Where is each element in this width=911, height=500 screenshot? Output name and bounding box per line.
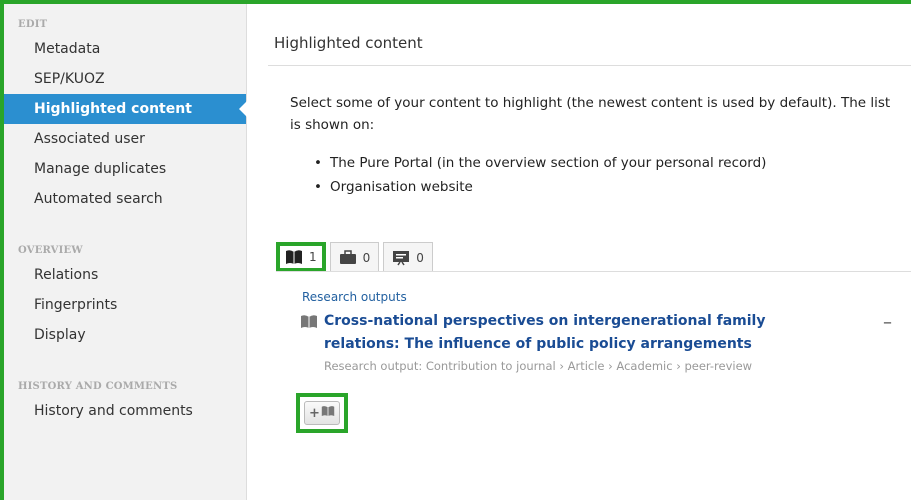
sidebar-item-manage-duplicates[interactable]: Manage duplicates bbox=[4, 154, 246, 184]
sidebar-item-automated-search[interactable]: Automated search bbox=[4, 184, 246, 214]
book-icon bbox=[300, 314, 318, 333]
tabs-divider bbox=[276, 271, 911, 272]
sidebar-heading-history: HISTORY AND COMMENTS bbox=[18, 381, 178, 392]
book-icon bbox=[321, 405, 335, 421]
intro-text: Select some of your content to highlight… bbox=[290, 95, 891, 133]
add-research-output-button[interactable]: + bbox=[304, 401, 340, 425]
sidebar-item-fingerprints[interactable]: Fingerprints bbox=[4, 290, 246, 320]
sidebar-item-associated-user[interactable]: Associated user bbox=[4, 124, 246, 154]
tab-count: 0 bbox=[362, 250, 371, 265]
plus-icon: + bbox=[309, 405, 320, 421]
book-icon bbox=[285, 249, 303, 265]
section-label: Research outputs bbox=[302, 290, 407, 304]
sidebar-item-history-and-comments[interactable]: History and comments bbox=[4, 396, 246, 426]
content-type-tabs: 1 0 0 bbox=[276, 242, 437, 272]
tab-count: 0 bbox=[416, 250, 424, 265]
sidebar-item-display[interactable]: Display bbox=[4, 320, 246, 350]
sidebar-heading-overview: OVERVIEW bbox=[18, 245, 83, 256]
tab-count: 1 bbox=[309, 250, 317, 264]
sidebar-heading-edit: EDIT bbox=[18, 19, 48, 30]
research-output-title[interactable]: Cross-national perspectives on intergene… bbox=[324, 310, 844, 356]
remove-button[interactable]: – bbox=[883, 312, 892, 333]
tab-research-outputs[interactable]: 1 bbox=[276, 242, 326, 272]
sidebar-item-sep-kuoz[interactable]: SEP/KUOZ bbox=[4, 64, 246, 94]
sidebar: EDIT Metadata SEP/KUOZ Highlighted conte… bbox=[4, 4, 247, 500]
list-item: The Pure Portal (in the overview section… bbox=[308, 151, 766, 175]
briefcase-icon bbox=[339, 250, 357, 265]
sidebar-item-metadata[interactable]: Metadata bbox=[4, 34, 246, 64]
add-highlight-frame: + bbox=[296, 393, 348, 433]
main-content: Highlighted content Select some of your … bbox=[248, 4, 911, 500]
presentation-icon bbox=[392, 250, 410, 266]
page-title: Highlighted content bbox=[274, 34, 423, 52]
list-item: Organisation website bbox=[308, 175, 766, 199]
sidebar-item-relations[interactable]: Relations bbox=[4, 260, 246, 290]
display-locations-list: The Pure Portal (in the overview section… bbox=[308, 151, 766, 199]
research-output-meta: Research output: Contribution to journal… bbox=[324, 359, 753, 373]
sidebar-item-highlighted-content[interactable]: Highlighted content bbox=[4, 94, 247, 124]
tab-projects[interactable]: 0 bbox=[329, 242, 380, 272]
tab-activities[interactable]: 0 bbox=[383, 242, 433, 272]
title-divider bbox=[268, 65, 911, 66]
